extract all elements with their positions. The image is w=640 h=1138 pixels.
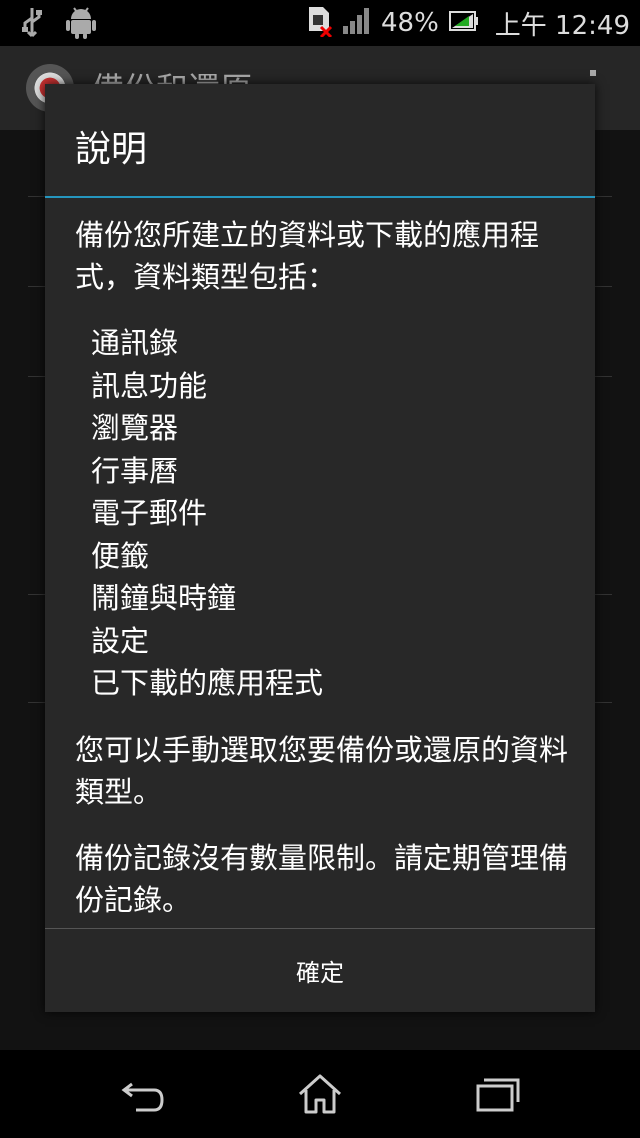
- clock: 上午 12:49: [494, 10, 630, 41]
- recent-apps-icon[interactable]: [468, 1070, 528, 1120]
- intro-text: 備份您所建立的資料或下載的應用程式，資料類型包括：: [75, 218, 540, 294]
- usb-icon: [20, 6, 44, 44]
- manual-select-text: 您可以手動選取您要備份或還原的資料類型。: [75, 732, 569, 809]
- dialog-body: 備份您所建立的資料或下載的應用程式，資料類型包括： 通訊錄 訊息功能 瀏覽器 行…: [75, 214, 575, 921]
- dialog-title-divider: [45, 196, 595, 198]
- data-type-list: 通訊錄 訊息功能 瀏覽器 行事曆 電子郵件 便籤 鬧鐘與時鐘 設定 已下載的應用…: [91, 322, 575, 705]
- android-icon: [66, 6, 96, 44]
- back-icon[interactable]: [114, 1070, 174, 1120]
- signal-icon: [343, 8, 371, 38]
- list-item: 已下載的應用程式: [91, 666, 324, 700]
- list-item: 設定: [91, 623, 150, 658]
- list-item: 通訊錄: [91, 326, 179, 360]
- list-item: 電子郵件: [91, 496, 208, 530]
- list-item: 行事曆: [91, 453, 179, 488]
- battery-percent: 48%: [381, 8, 439, 38]
- help-dialog: 說明 備份您所建立的資料或下載的應用程式，資料類型包括： 通訊錄 訊息功能 瀏覽…: [45, 84, 595, 1012]
- backup-limit-text: 備份記錄沒有數量限制。請定期管理備份記錄。: [75, 840, 569, 917]
- battery-charging-icon: [448, 9, 479, 37]
- list-item: 瀏覽器: [91, 411, 179, 445]
- ok-button[interactable]: 確定: [45, 929, 595, 1012]
- status-bar: 48% 上午 12:49: [0, 0, 640, 46]
- list-item: 便籤: [91, 538, 150, 573]
- list-item: 鬧鐘與時鐘: [91, 581, 237, 615]
- home-icon[interactable]: [290, 1070, 350, 1120]
- navigation-bar: [0, 1050, 640, 1138]
- screen: 48% 上午 12:49 備份和還原 說明: [0, 0, 640, 1138]
- sim-error-icon: [307, 5, 333, 41]
- overflow-menu-icon: [590, 70, 596, 76]
- dialog-title: 說明: [75, 129, 148, 170]
- list-item: 訊息功能: [91, 368, 208, 403]
